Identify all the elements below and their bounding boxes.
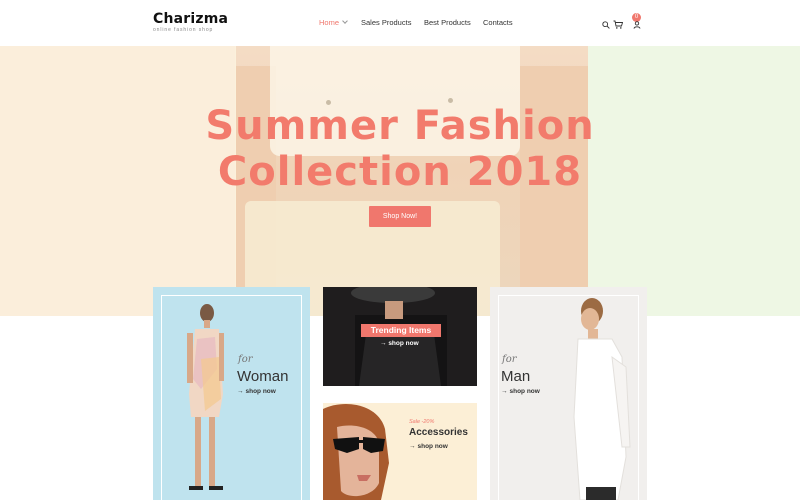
shop-now-label: shop now [245,388,276,395]
shop-now-link[interactable]: → shop now [380,340,419,347]
card-title-man: Man [501,368,531,385]
card-for-text: for [238,354,253,365]
sale-badge: Sale -20% [409,419,435,425]
cart-icon[interactable]: 0 [613,13,641,34]
card-title-woman: Woman [237,368,289,385]
nav-item-best-products[interactable]: Best Products [424,17,471,29]
arrow-right-icon: → [409,443,416,450]
nav-item-home[interactable]: Home [319,17,348,29]
woman-model-image [187,304,224,490]
card-title-accessories: Accessories [409,427,468,438]
logo[interactable]: Charizma online fashion shop [153,11,228,33]
trending-items-label: Trending Items [361,324,441,337]
card-for-text: for [502,354,517,365]
arrow-right-icon: → [501,388,508,395]
shop-now-link[interactable]: → shop now [237,388,276,395]
shop-now-button[interactable]: Shop Now! [369,206,431,227]
chevron-down-icon [342,18,348,24]
shop-now-link[interactable]: → shop now [501,388,540,395]
category-card-trending[interactable]: Trending Items → shop now [323,287,477,386]
shop-now-label: shop now [509,388,540,395]
user-icon[interactable] [633,16,641,34]
hero-title-line-1: Summer Fashion [205,103,595,149]
accessories-model-image [323,403,389,500]
nav-item-label: Home [319,18,340,27]
shop-now-label: shop now [417,443,448,450]
arrow-right-icon: → [237,388,244,395]
shop-now-label: shop now [388,340,419,347]
site-header: Charizma online fashion shop Home Sales … [0,0,800,46]
category-card-man[interactable]: for Man → shop now [490,287,647,500]
nav-item-sales-products[interactable]: Sales Products [361,17,411,29]
hero-banner: Summer Fashion Collection 2018 [0,46,800,316]
category-card-accessories[interactable]: Sale -20% Accessories → shop now [323,403,477,500]
shop-now-link[interactable]: → shop now [409,443,448,450]
logo-tagline: online fashion shop [153,27,214,33]
logo-name: Charizma [153,11,229,27]
search-icon[interactable] [602,16,610,34]
nav-item-contacts[interactable]: Contacts [483,17,513,29]
category-card-woman[interactable]: for Woman → shop now [153,287,310,500]
man-model-image [573,298,631,500]
hero-title-line-2: Collection 2018 [217,149,583,195]
